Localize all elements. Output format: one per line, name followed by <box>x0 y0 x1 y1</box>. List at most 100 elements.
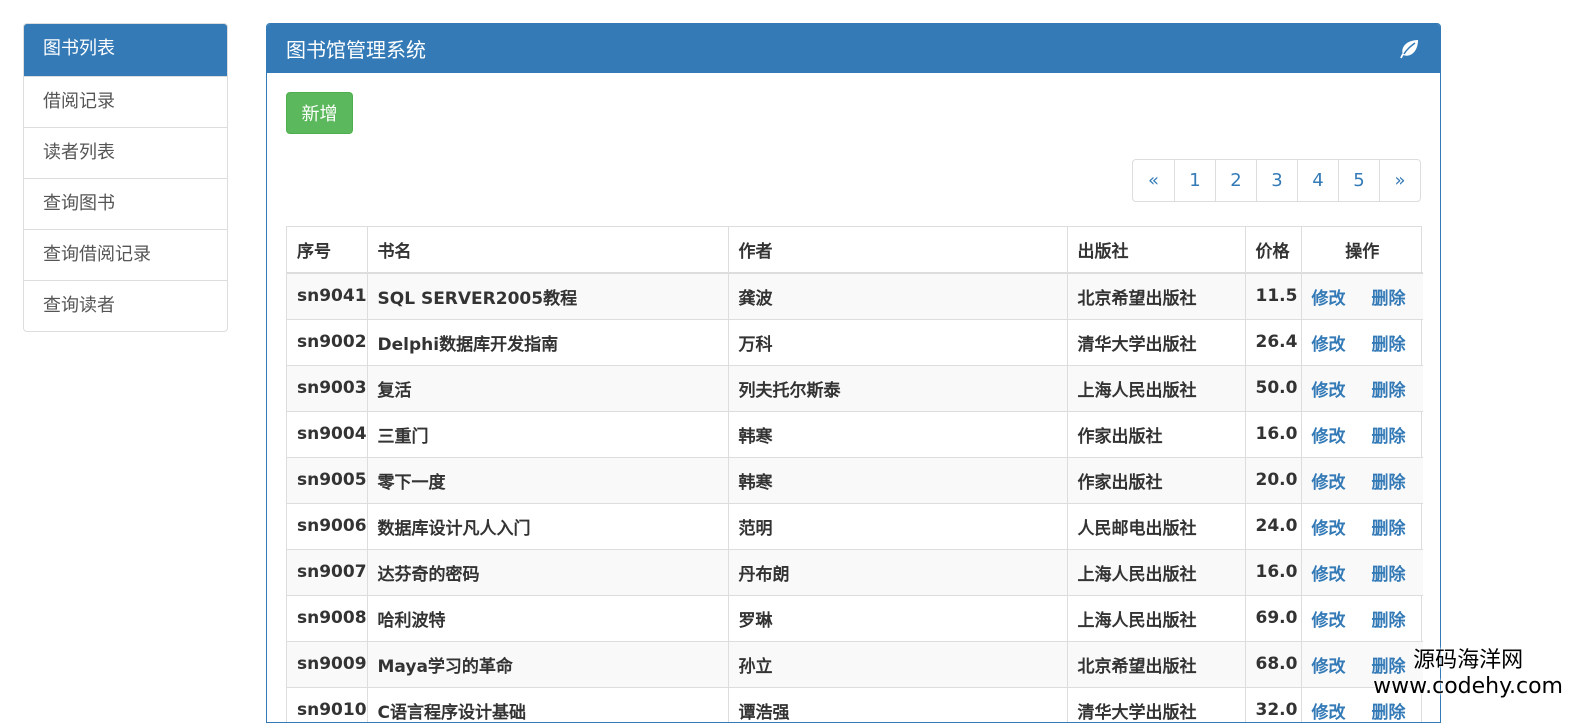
delete-link[interactable]: 删除 <box>1372 381 1406 401</box>
pagination-page-1[interactable]: 1 <box>1174 160 1215 201</box>
cell-id: sn9005 <box>287 456 367 503</box>
cell-author: 孙立 <box>727 640 1067 687</box>
delete-link[interactable]: 删除 <box>1372 519 1406 539</box>
table-header-row: 序号 书名 作者 出版社 价格 操作 <box>287 227 1423 274</box>
cell-author: 韩寒 <box>727 456 1067 503</box>
cell-actions: 修改 删除 <box>1300 594 1423 641</box>
panel-heading: 图书馆管理系统 <box>267 24 1440 73</box>
pagination-page-3[interactable]: 3 <box>1256 160 1297 201</box>
cell-price: 16.0 <box>1244 410 1301 457</box>
column-header-title: 书名 <box>366 227 728 274</box>
main-panel: 图书馆管理系统 新增 « 1 2 3 4 5 » 序号 书名 作者 出版社 价格… <box>266 23 1441 723</box>
cell-id: sn9008 <box>287 594 367 641</box>
cell-title: C语言程序设计基础 <box>366 686 728 722</box>
pagination-page-2[interactable]: 2 <box>1215 160 1256 201</box>
cell-author: 范明 <box>727 502 1067 549</box>
edit-link[interactable]: 修改 <box>1312 473 1346 493</box>
cell-id: sn9002 <box>287 318 367 365</box>
cell-publisher: 清华大学出版社 <box>1066 318 1245 365</box>
table-row: sn9008 哈利波特 罗琳 上海人民出版社 69.0 修改 删除 <box>287 594 1423 641</box>
edit-link[interactable]: 修改 <box>1312 611 1346 631</box>
cell-actions: 修改 删除 <box>1300 272 1423 319</box>
edit-link[interactable]: 修改 <box>1312 703 1346 722</box>
table-row: sn9007 达芬奇的密码 丹布朗 上海人民出版社 16.0 修改 删除 <box>287 548 1423 595</box>
edit-link[interactable]: 修改 <box>1312 289 1346 309</box>
cell-title: 达芬奇的密码 <box>366 548 728 595</box>
cell-actions: 修改 删除 <box>1300 364 1423 411</box>
cell-publisher: 上海人民出版社 <box>1066 548 1245 595</box>
pagination: « 1 2 3 4 5 » <box>1132 159 1421 202</box>
delete-link[interactable]: 删除 <box>1372 473 1406 493</box>
cell-publisher: 人民邮电出版社 <box>1066 502 1245 549</box>
cell-author: 韩寒 <box>727 410 1067 457</box>
sidebar-item-borrow-records[interactable]: 借阅记录 <box>24 76 227 127</box>
edit-link[interactable]: 修改 <box>1312 427 1346 447</box>
delete-link[interactable]: 删除 <box>1372 289 1406 309</box>
cell-title: 复活 <box>366 364 728 411</box>
table-row: sn9006 数据库设计凡人入门 范明 人民邮电出版社 24.0 修改 删除 <box>287 502 1423 549</box>
table-row: sn9009 Maya学习的革命 孙立 北京希望出版社 68.0 修改 删除 <box>287 640 1423 687</box>
table-row: sn9002 Delphi数据库开发指南 万科 清华大学出版社 26.4 修改 删除 <box>287 318 1423 365</box>
cell-id: sn9041 <box>287 272 367 319</box>
cell-actions: 修改 删除 <box>1300 456 1423 503</box>
cell-price: 69.0 <box>1244 594 1301 641</box>
cell-title: 零下一度 <box>366 456 728 503</box>
cell-publisher: 作家出版社 <box>1066 410 1245 457</box>
edit-link[interactable]: 修改 <box>1312 519 1346 539</box>
cell-author: 丹布朗 <box>727 548 1067 595</box>
cell-publisher: 北京希望出版社 <box>1066 640 1245 687</box>
books-table: 序号 书名 作者 出版社 价格 操作 sn9041 SQL SERVER2005教… <box>286 226 1423 722</box>
cell-author: 万科 <box>727 318 1067 365</box>
table-row: sn9010 C语言程序设计基础 谭浩强 清华大学出版社 32.0 修改 删除 <box>287 686 1423 722</box>
cell-id: sn9009 <box>287 640 367 687</box>
cell-title: 三重门 <box>366 410 728 457</box>
cell-price: 20.0 <box>1244 456 1301 503</box>
watermark: 源码海洋网 www.codehy.com <box>1373 648 1563 700</box>
edit-link[interactable]: 修改 <box>1312 381 1346 401</box>
pagination-page-5[interactable]: 5 <box>1338 160 1379 201</box>
cell-actions: 修改 删除 <box>1300 548 1423 595</box>
delete-link[interactable]: 删除 <box>1372 427 1406 447</box>
cell-actions: 修改 删除 <box>1300 410 1423 457</box>
cell-publisher: 上海人民出版社 <box>1066 364 1245 411</box>
edit-link[interactable]: 修改 <box>1312 335 1346 355</box>
sidebar-item-reader-list[interactable]: 读者列表 <box>24 127 227 178</box>
cell-publisher: 上海人民出版社 <box>1066 594 1245 641</box>
delete-link[interactable]: 删除 <box>1372 611 1406 631</box>
sidebar-item-book-list[interactable]: 图书列表 <box>24 24 227 76</box>
watermark-line2: www.codehy.com <box>1373 674 1563 699</box>
table-row: sn9004 三重门 韩寒 作家出版社 16.0 修改 删除 <box>287 410 1423 457</box>
cell-price: 32.0 <box>1244 686 1301 722</box>
column-header-actions: 操作 <box>1300 227 1423 274</box>
pagination-prev[interactable]: « <box>1133 160 1174 201</box>
sidebar-item-search-borrow-records[interactable]: 查询借阅记录 <box>24 229 227 280</box>
delete-link[interactable]: 删除 <box>1372 565 1406 585</box>
delete-link[interactable]: 删除 <box>1372 335 1406 355</box>
cell-title: Maya学习的革命 <box>366 640 728 687</box>
column-header-id: 序号 <box>287 227 367 274</box>
cell-title: Delphi数据库开发指南 <box>366 318 728 365</box>
add-book-button[interactable]: 新增 <box>286 92 353 134</box>
cell-price: 11.5 <box>1244 272 1301 319</box>
edit-link[interactable]: 修改 <box>1312 657 1346 677</box>
pagination-next[interactable]: » <box>1379 160 1420 201</box>
sidebar-item-search-books[interactable]: 查询图书 <box>24 178 227 229</box>
table-row: sn9005 零下一度 韩寒 作家出版社 20.0 修改 删除 <box>287 456 1423 503</box>
cell-actions: 修改 删除 <box>1300 502 1423 549</box>
cell-price: 68.0 <box>1244 640 1301 687</box>
pagination-page-4[interactable]: 4 <box>1297 160 1338 201</box>
cell-actions: 修改 删除 <box>1300 318 1423 365</box>
cell-title: 哈利波特 <box>366 594 728 641</box>
table-row: sn9003 复活 列夫托尔斯泰 上海人民出版社 50.0 修改 删除 <box>287 364 1423 411</box>
edit-link[interactable]: 修改 <box>1312 565 1346 585</box>
cell-publisher: 清华大学出版社 <box>1066 686 1245 722</box>
delete-link[interactable]: 删除 <box>1372 703 1406 722</box>
sidebar-item-search-readers[interactable]: 查询读者 <box>24 280 227 331</box>
cell-id: sn9004 <box>287 410 367 457</box>
sidebar-nav: 图书列表 借阅记录 读者列表 查询图书 查询借阅记录 查询读者 <box>23 23 228 332</box>
cell-title: 数据库设计凡人入门 <box>366 502 728 549</box>
cell-publisher: 北京希望出版社 <box>1066 272 1245 319</box>
cell-title: SQL SERVER2005教程 <box>366 272 728 319</box>
cell-author: 罗琳 <box>727 594 1067 641</box>
cell-publisher: 作家出版社 <box>1066 456 1245 503</box>
